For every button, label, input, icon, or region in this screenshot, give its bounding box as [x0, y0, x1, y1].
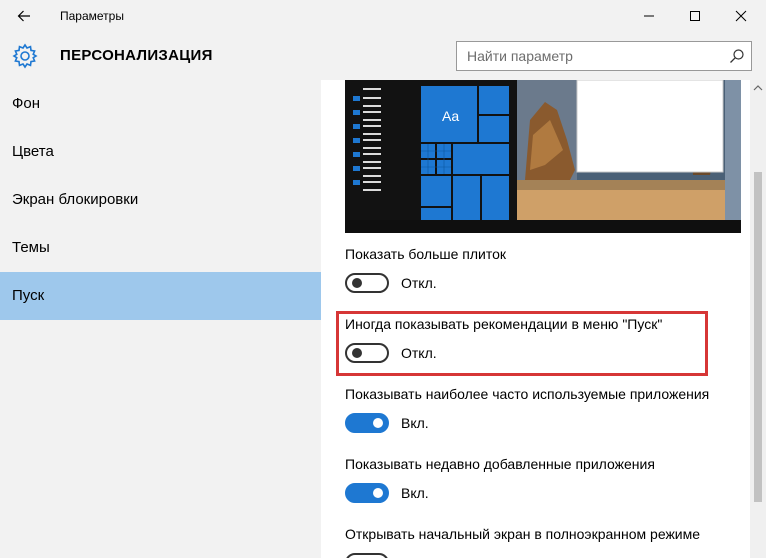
- page-title: ПЕРСОНАЛИЗАЦИЯ: [60, 47, 213, 64]
- search-box[interactable]: [456, 41, 752, 71]
- scroll-thumb[interactable]: [754, 172, 762, 502]
- fullscreen-start-label: Открывать начальный экран в полноэкранно…: [345, 526, 701, 542]
- sidebar-item-start[interactable]: Пуск: [0, 272, 321, 320]
- sidebar-item-background[interactable]: Фон: [0, 80, 321, 128]
- recently-added-apps-label: Показывать недавно добавленные приложени…: [345, 456, 655, 472]
- fullscreen-start-toggle[interactable]: [345, 553, 389, 558]
- toggle-knob: [373, 488, 383, 498]
- most-used-apps-state: Вкл.: [401, 415, 429, 431]
- main-content: Aa Показать больше плиток Откл. Иногда п…: [321, 80, 766, 558]
- close-button[interactable]: [718, 0, 764, 32]
- suggestions-label: Иногда показывать рекомендации в меню "П…: [345, 316, 663, 332]
- title-bar: Параметры: [0, 0, 766, 32]
- toggle-knob: [352, 348, 362, 358]
- gear-icon: [12, 43, 38, 69]
- preview-tile-label: Aa: [442, 108, 460, 124]
- show-more-tiles-state: Откл.: [401, 275, 437, 291]
- sidebar-item-colors[interactable]: Цвета: [0, 128, 321, 176]
- recently-added-apps-toggle[interactable]: [345, 483, 389, 503]
- show-more-tiles-toggle[interactable]: [345, 273, 389, 293]
- sidebar: Фон Цвета Экран блокировки Темы Пуск: [0, 80, 321, 558]
- start-preview-graphic: [345, 80, 741, 233]
- maximize-icon: [690, 11, 700, 21]
- maximize-button[interactable]: [672, 0, 718, 32]
- scroll-up-icon[interactable]: [753, 84, 763, 92]
- sidebar-item-themes[interactable]: Темы: [0, 224, 321, 272]
- minimize-button[interactable]: [626, 0, 672, 32]
- content-scrollbar[interactable]: [750, 80, 766, 558]
- close-icon: [735, 10, 747, 22]
- show-more-tiles-label: Показать больше плиток: [345, 246, 507, 262]
- suggestions-state: Откл.: [401, 345, 437, 361]
- toggle-knob: [373, 418, 383, 428]
- most-used-apps-label: Показывать наиболее часто используемые п…: [345, 386, 710, 402]
- toggle-knob: [352, 278, 362, 288]
- most-used-apps-toggle[interactable]: [345, 413, 389, 433]
- search-icon[interactable]: [729, 48, 745, 64]
- search-input[interactable]: [457, 42, 717, 70]
- suggestions-toggle[interactable]: [345, 343, 389, 363]
- header: ПЕРСОНАЛИЗАЦИЯ: [0, 32, 766, 80]
- back-button[interactable]: [0, 0, 48, 32]
- start-preview-image: Aa: [345, 80, 741, 233]
- window-title: Параметры: [60, 9, 124, 23]
- back-arrow-icon: [17, 10, 30, 22]
- minimize-icon: [644, 15, 654, 17]
- recently-added-apps-state: Вкл.: [401, 485, 429, 501]
- sidebar-item-lock-screen[interactable]: Экран блокировки: [0, 176, 321, 224]
